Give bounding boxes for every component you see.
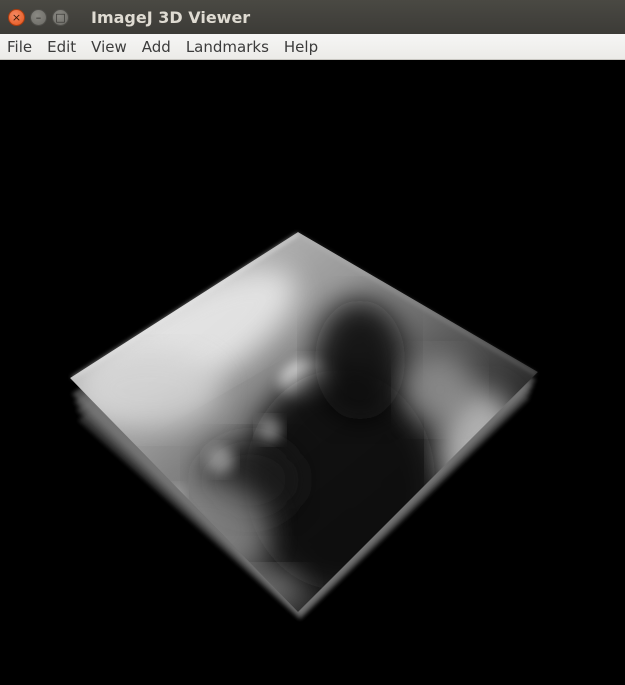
volume-top-face <box>70 232 538 612</box>
menu-landmarks[interactable]: Landmarks <box>186 38 269 56</box>
menu-edit[interactable]: Edit <box>47 38 76 56</box>
menu-help[interactable]: Help <box>284 38 318 56</box>
imagej-3d-viewer-window: × – □ ImageJ 3D Viewer File Edit View Ad… <box>0 0 625 685</box>
window-title: ImageJ 3D Viewer <box>91 7 251 27</box>
close-icon[interactable]: × <box>8 8 25 26</box>
minimize-icon[interactable]: – <box>30 8 47 26</box>
maximize-icon[interactable]: □ <box>52 8 69 26</box>
menu-file[interactable]: File <box>7 38 32 56</box>
menu-add[interactable]: Add <box>142 38 171 56</box>
menu-view[interactable]: View <box>91 38 127 56</box>
volume-render[interactable] <box>0 60 625 685</box>
3d-canvas[interactable] <box>0 60 625 685</box>
menu-bar: File Edit View Add Landmarks Help <box>0 34 625 60</box>
title-bar[interactable]: × – □ ImageJ 3D Viewer <box>0 0 625 34</box>
window-controls: × – □ <box>8 8 69 26</box>
